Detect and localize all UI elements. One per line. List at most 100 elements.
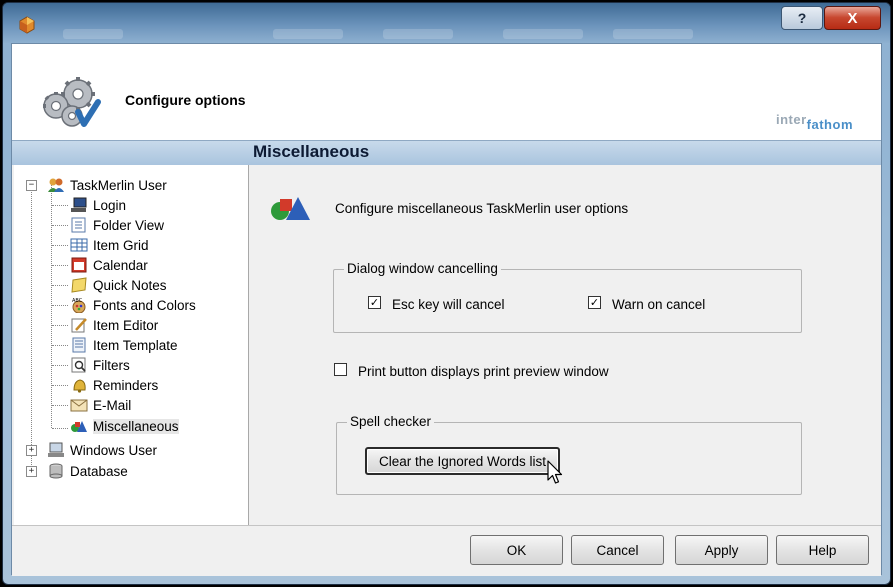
brand-logo-part2: fathom: [806, 117, 854, 132]
spell-checker-group: Spell checker Clear the Ignored Words li…: [336, 414, 802, 495]
fonts-icon: ABC: [72, 298, 86, 313]
clear-ignored-words-button[interactable]: Clear the Ignored Words list: [365, 447, 560, 475]
tree-item-quick-notes[interactable]: Quick Notes: [70, 275, 167, 295]
close-button[interactable]: X: [824, 6, 881, 30]
app-icon[interactable]: [17, 15, 37, 35]
note-icon: [71, 277, 87, 293]
dialog-footer: OK Cancel Apply Help: [12, 525, 881, 576]
group-title: Spell checker: [347, 414, 435, 429]
tree-line: [52, 405, 68, 406]
tree-line: [52, 325, 68, 326]
button-label: Help: [808, 542, 837, 558]
tree-item-fonts-and-colors[interactable]: ABC Fonts and Colors: [70, 295, 196, 315]
button-label: Clear the Ignored Words list: [378, 453, 547, 469]
title-bar-reflection: [503, 29, 583, 39]
tree-line: [31, 185, 32, 473]
title-bar[interactable]: ? X: [3, 3, 890, 43]
tree-item-item-grid[interactable]: Item Grid: [70, 235, 149, 255]
brand-logo: interfathom: [776, 112, 853, 132]
tree-item-label: Login: [93, 197, 127, 213]
svg-text:ABC: ABC: [72, 298, 83, 304]
cancel-button[interactable]: Cancel: [571, 535, 664, 565]
esc-cancel-label[interactable]: Esc key will cancel: [392, 297, 505, 312]
dialog-client-area: Configure options interfathom Miscellane…: [11, 43, 882, 576]
template-icon: [72, 337, 86, 353]
filter-icon: [71, 357, 86, 373]
calendar-icon: [71, 257, 87, 273]
tree-item-item-editor[interactable]: Item Editor: [70, 315, 158, 335]
options-panel: Configure miscellaneous TaskMerlin user …: [249, 165, 881, 525]
tree-item-label: Database: [70, 463, 128, 479]
computer-icon: [71, 197, 87, 212]
editor-icon: [71, 318, 87, 333]
database-icon: [49, 463, 63, 479]
grid-icon: [70, 238, 88, 252]
tree-item-taskmerlin-user[interactable]: TaskMerlin User: [47, 175, 167, 195]
button-label: Apply: [704, 542, 739, 558]
button-label: OK: [506, 542, 527, 558]
tree-item-label: Reminders: [93, 377, 159, 393]
tree-item-database[interactable]: Database: [47, 461, 128, 481]
tree-item-label: Calendar: [93, 257, 148, 273]
tree-line: [52, 205, 68, 206]
tree-item-label: E-Mail: [93, 397, 132, 413]
title-bar-reflection: [613, 29, 693, 39]
print-preview-label[interactable]: Print button displays print preview wind…: [358, 364, 609, 379]
tree-item-label: Quick Notes: [93, 277, 167, 293]
section-header: Miscellaneous: [12, 140, 881, 165]
title-bar-reflection: [63, 29, 123, 39]
title-bar-reflection: [273, 29, 343, 39]
help-title-glyph: ?: [797, 10, 807, 26]
tree-line: [52, 305, 68, 306]
esc-cancel-checkbox[interactable]: ✓: [368, 296, 381, 309]
tree-line: [52, 285, 68, 286]
warn-cancel-label[interactable]: Warn on cancel: [612, 297, 705, 312]
print-preview-checkbox[interactable]: [334, 363, 347, 376]
tree-expand-toggle[interactable]: +: [26, 466, 37, 477]
tree-item-windows-user[interactable]: Windows User: [47, 440, 157, 460]
options-tree[interactable]: − TaskMerlin User Login Folder View Item…: [14, 165, 249, 525]
panel-description: Configure miscellaneous TaskMerlin user …: [335, 201, 629, 216]
ok-button[interactable]: OK: [470, 535, 563, 565]
shapes-icon: [71, 421, 87, 432]
tree-item-e-mail[interactable]: E-Mail: [70, 395, 131, 415]
tree-expand-toggle[interactable]: +: [26, 445, 37, 456]
tree-item-label: Miscellaneous: [93, 418, 179, 434]
envelope-icon: [70, 399, 88, 412]
tree-item-reminders[interactable]: Reminders: [70, 375, 158, 395]
button-label: Cancel: [596, 542, 639, 558]
warn-cancel-checkbox[interactable]: ✓: [588, 296, 601, 309]
brand-logo-part1: inter: [776, 112, 807, 127]
tree-item-folder-view[interactable]: Folder View: [70, 215, 164, 235]
options-window: ? X Configure options interfathom Miscel…: [2, 2, 891, 585]
tree-item-item-template[interactable]: Item Template: [70, 335, 178, 355]
tree-item-label: Windows User: [70, 442, 158, 458]
tree-line: [52, 245, 68, 246]
mouse-cursor-icon: [547, 460, 563, 484]
users-icon: [48, 178, 64, 192]
shapes-icon: [271, 197, 310, 220]
apply-button[interactable]: Apply: [675, 535, 768, 565]
tree-item-miscellaneous[interactable]: Miscellaneous: [70, 416, 179, 436]
section-title: Miscellaneous: [253, 142, 370, 161]
tree-item-label: Item Template: [93, 337, 178, 353]
page-title: Configure options: [125, 92, 246, 108]
gears-checkmark-icon: [43, 77, 101, 127]
tree-item-login[interactable]: Login: [70, 195, 126, 215]
tree-item-label: Folder View: [93, 217, 165, 233]
tree-item-filters[interactable]: Filters: [70, 355, 130, 375]
title-bar-reflection: [383, 29, 453, 39]
tree-collapse-toggle[interactable]: −: [26, 180, 37, 191]
help-button[interactable]: Help: [776, 535, 869, 565]
tree-line: [52, 225, 68, 226]
tree-line: [52, 385, 68, 386]
group-title: Dialog window cancelling: [344, 261, 501, 276]
computer-icon: [48, 442, 64, 457]
folder-view-icon: [71, 217, 86, 233]
close-icon: X: [847, 9, 858, 27]
tree-item-label: Fonts and Colors: [93, 297, 196, 313]
help-title-button[interactable]: ?: [781, 6, 823, 30]
dialog-cancel-group: Dialog window cancelling ✓ Esc key will …: [333, 261, 802, 333]
tree-line: [52, 345, 68, 346]
tree-item-calendar[interactable]: Calendar: [70, 255, 148, 275]
